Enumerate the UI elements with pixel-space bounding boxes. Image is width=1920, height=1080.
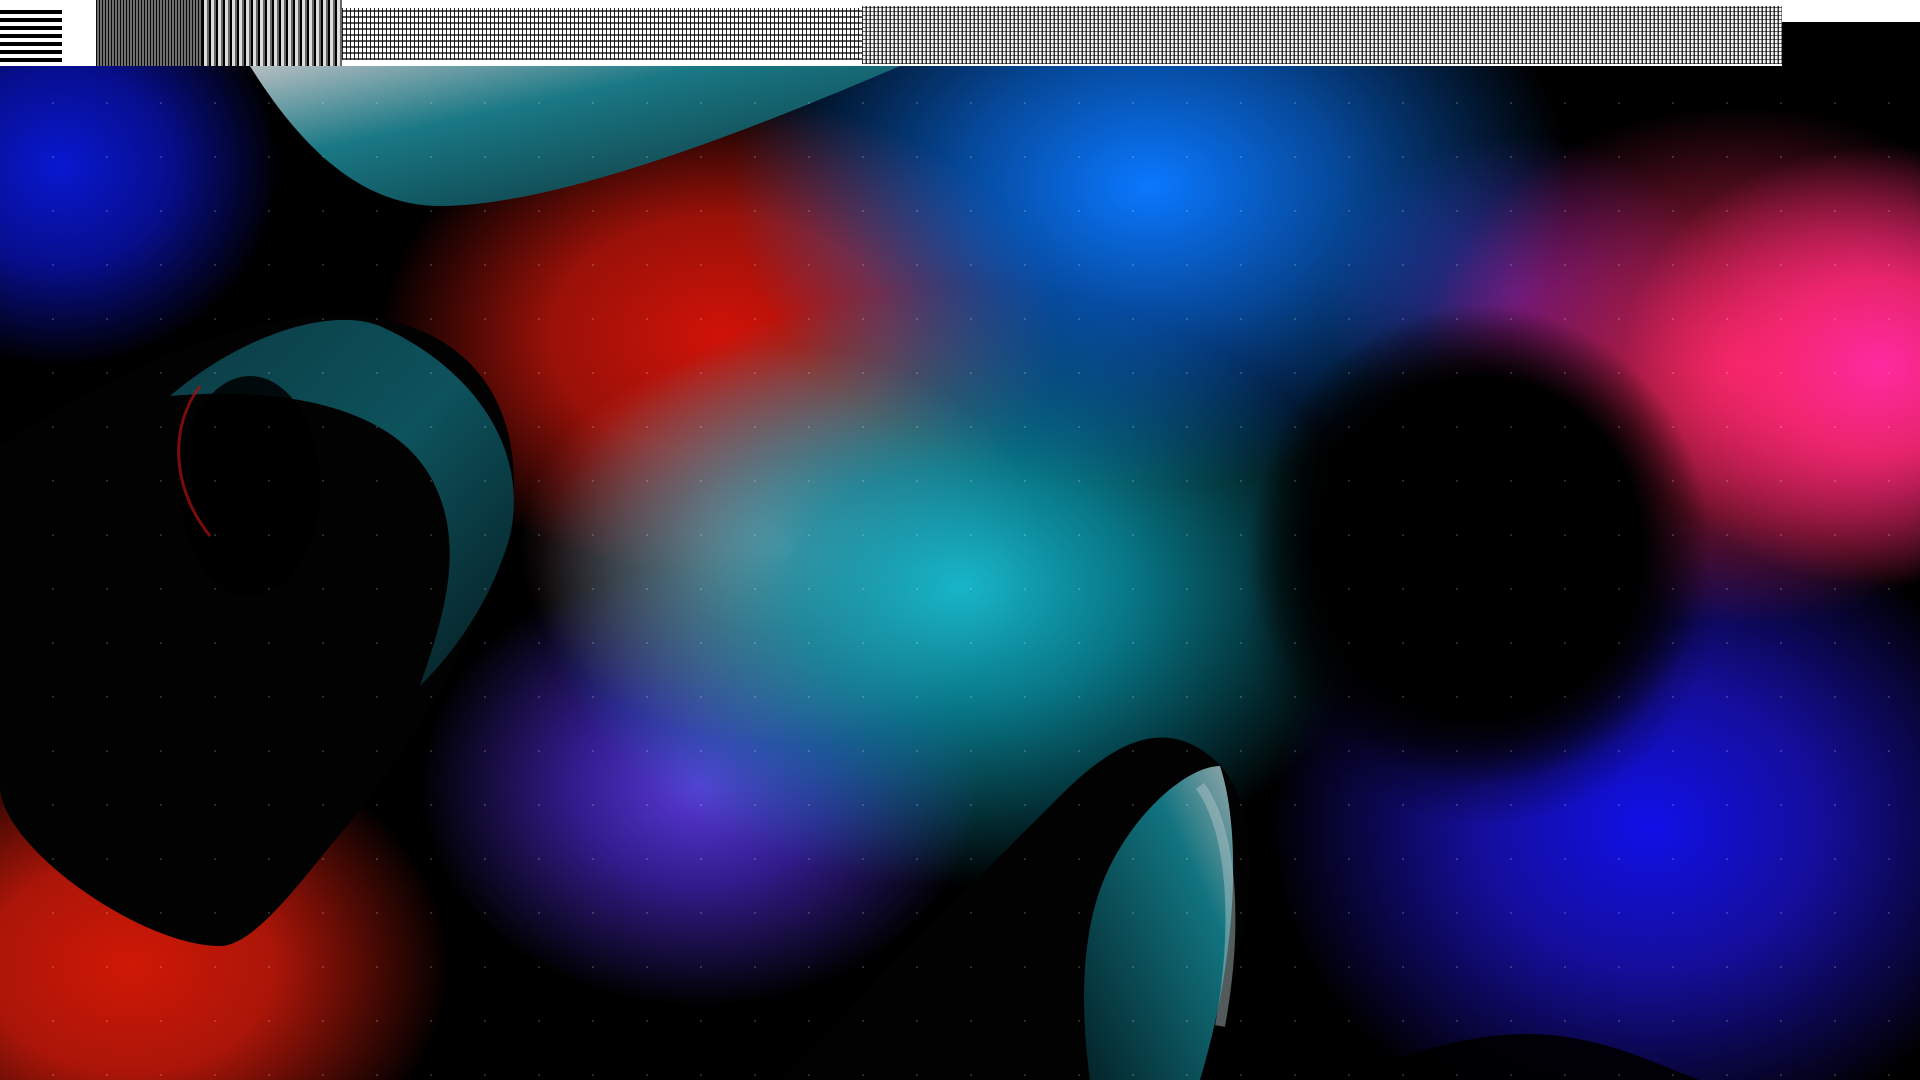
top-bar-right-dark-block xyxy=(1782,22,1920,66)
wallpaper-dark-blob-right xyxy=(1250,306,1710,786)
wallpaper-shapes xyxy=(0,66,1710,1080)
top-bar-noise-segment xyxy=(342,8,862,60)
top-bar-noise-segment xyxy=(862,6,1782,64)
wallpaper-inner-loop xyxy=(180,376,320,596)
wallpaper-dark-band-bottom-right xyxy=(1340,1034,1700,1080)
top-bar-left-glitch-block xyxy=(0,6,62,62)
top-bar-noise-segment xyxy=(202,0,342,66)
top-bar-glitched xyxy=(0,0,1920,66)
wallpaper-teal-ribbon-top xyxy=(250,66,900,206)
desktop-wallpaper xyxy=(0,66,1920,1080)
top-bar-noise-segment xyxy=(96,0,202,66)
desktop-screen xyxy=(0,0,1920,1080)
